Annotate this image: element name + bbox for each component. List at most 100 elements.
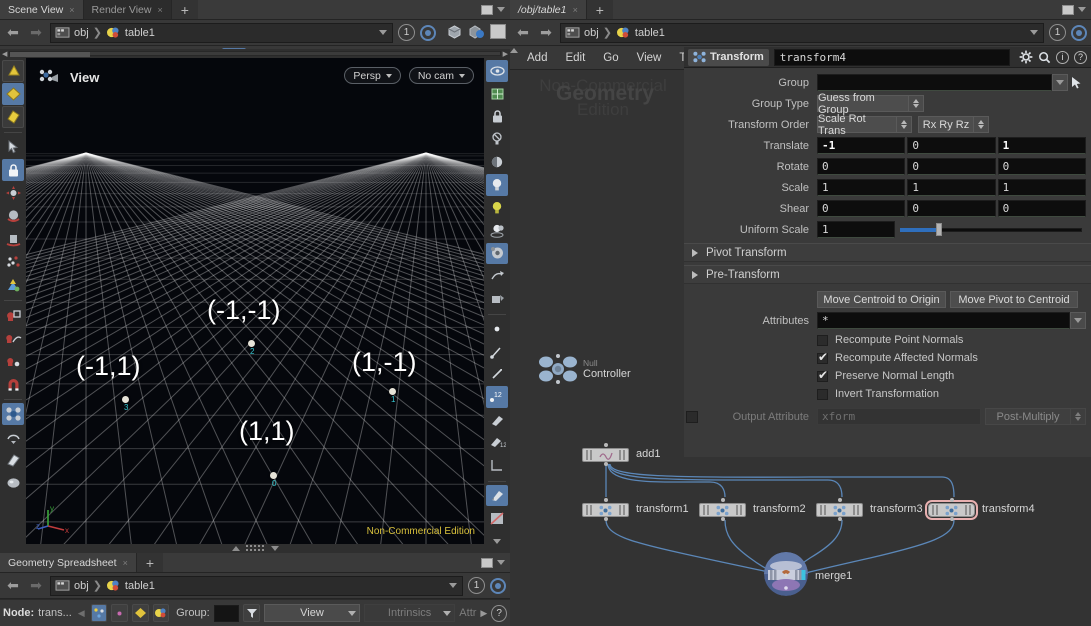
- info-icon[interactable]: i: [1056, 50, 1069, 64]
- primitive-select-icon[interactable]: [2, 83, 24, 105]
- display-geometry-icon[interactable]: [446, 24, 463, 41]
- normals-display-icon[interactable]: [486, 341, 508, 363]
- scroll-up-icon[interactable]: [231, 546, 240, 551]
- node-transform3-output[interactable]: [838, 517, 842, 521]
- move-centroid-button[interactable]: Move Centroid to Origin: [817, 291, 946, 308]
- node-transform1[interactable]: [582, 503, 629, 517]
- node-add1-input[interactable]: [604, 443, 608, 447]
- material-sphere-icon[interactable]: [2, 472, 24, 494]
- collapse-icon[interactable]: ◀: [78, 608, 85, 619]
- snap-curve-icon[interactable]: [2, 327, 24, 349]
- group-input[interactable]: [817, 74, 1052, 91]
- viewport-3d[interactable]: View Persp No cam (1,1) 0 (1,-1) 1 (-1,-…: [26, 58, 484, 544]
- maximize-pane-icon[interactable]: [481, 557, 493, 568]
- magnet-icon[interactable]: [2, 373, 24, 395]
- viewport-point-2[interactable]: [248, 340, 255, 347]
- tab-render-view[interactable]: Render View ×: [83, 0, 172, 19]
- pivot-transform-folder[interactable]: Pivot Transform: [684, 243, 1091, 262]
- view-pivot-icon[interactable]: [2, 403, 24, 425]
- frame-indicator[interactable]: 1: [1049, 24, 1066, 41]
- lock-view-icon[interactable]: [486, 106, 508, 128]
- snap-grid-icon[interactable]: [2, 304, 24, 326]
- path-segment-node[interactable]: table1: [635, 27, 665, 39]
- viewport-top-scrollbar[interactable]: ◀ ▶: [0, 49, 510, 58]
- display-shaded-icon[interactable]: [468, 24, 485, 41]
- node-transform1-input[interactable]: [604, 498, 608, 502]
- transform-order-select-1[interactable]: Scale Rot Trans: [817, 113, 897, 137]
- texture-view-icon[interactable]: [486, 288, 508, 310]
- help-icon[interactable]: ?: [1074, 50, 1087, 64]
- scale-x-input[interactable]: 1: [817, 179, 906, 196]
- detail-mode-icon[interactable]: [152, 604, 170, 622]
- attributes-dropdown-icon[interactable]: [1070, 312, 1086, 329]
- node-transform4[interactable]: [925, 500, 978, 520]
- pin-target-icon[interactable]: [490, 577, 506, 594]
- intrinsics-select[interactable]: Intrinsics: [363, 604, 456, 622]
- point-numbers-icon[interactable]: 12: [486, 386, 508, 409]
- hide-light-icon[interactable]: [486, 128, 508, 150]
- node-transform1-output[interactable]: [604, 517, 608, 521]
- add-tab-button[interactable]: +: [586, 0, 613, 19]
- translate-y-input[interactable]: 0: [907, 137, 996, 154]
- wireframe-icon[interactable]: [486, 83, 508, 105]
- viewport-bottom-scrollbar[interactable]: [26, 544, 484, 553]
- shear-y-input[interactable]: 0: [907, 200, 996, 217]
- scale-z-input[interactable]: 1: [997, 179, 1086, 196]
- headlight-icon[interactable]: [486, 174, 508, 196]
- close-icon[interactable]: ×: [69, 5, 74, 15]
- select-mode-group[interactable]: [2, 60, 24, 82]
- group-pick-icon[interactable]: [1068, 76, 1086, 89]
- pane-menu-icon[interactable]: [1078, 7, 1086, 12]
- view-select[interactable]: View: [264, 604, 360, 622]
- viewport-point-1[interactable]: [389, 388, 396, 395]
- node-transform4-output[interactable]: [950, 517, 954, 521]
- node-add1[interactable]: [582, 448, 629, 462]
- viewport-point-3[interactable]: [122, 396, 129, 403]
- add-light-icon[interactable]: [486, 220, 508, 242]
- measure-icon[interactable]: [486, 455, 508, 477]
- group-display-icon[interactable]: 12: [486, 432, 508, 454]
- camera-dropdown[interactable]: No cam: [408, 67, 474, 84]
- vertices-mode-icon[interactable]: [111, 604, 128, 622]
- path-segment-node[interactable]: table1: [125, 27, 155, 39]
- node-transform4-input[interactable]: [950, 498, 954, 502]
- more-tools-icon[interactable]: [486, 530, 508, 552]
- node-type-badge[interactable]: Transform: [688, 48, 769, 66]
- search-icon[interactable]: [1038, 51, 1051, 64]
- menu-go[interactable]: Go: [594, 46, 627, 70]
- tab-obj-table1[interactable]: /obj/table1 ×: [510, 0, 587, 19]
- persp-dropdown[interactable]: Persp: [344, 67, 401, 84]
- box-handle-icon[interactable]: [2, 228, 24, 250]
- path-dropdown-icon[interactable]: [1027, 24, 1041, 42]
- rotate-y-input[interactable]: 0: [907, 158, 996, 175]
- pin-target-icon[interactable]: [420, 24, 436, 41]
- edge-select-icon[interactable]: [2, 106, 24, 128]
- node-null-controller[interactable]: [538, 352, 578, 386]
- vector-display-icon[interactable]: [486, 364, 508, 386]
- filter-funnel-icon[interactable]: [243, 604, 261, 622]
- back-arrow-icon[interactable]: ⬅: [4, 577, 22, 595]
- transform-order-spinner-2[interactable]: [974, 116, 989, 133]
- axis-handle-icon[interactable]: [2, 274, 24, 296]
- path-dropdown-icon[interactable]: [446, 577, 460, 595]
- translate-z-input[interactable]: 1: [997, 137, 1086, 154]
- transform-order-spinner-1[interactable]: [897, 116, 912, 133]
- scene-light-icon[interactable]: [486, 197, 508, 219]
- node-merge1[interactable]: [764, 552, 808, 596]
- spreadsheet-path-field[interactable]: obj ❯ table1: [50, 575, 463, 596]
- attributes-input[interactable]: *: [817, 312, 1070, 329]
- flag-display-icon[interactable]: [486, 409, 508, 431]
- help-icon[interactable]: ?: [491, 604, 508, 622]
- menu-view[interactable]: View: [628, 46, 671, 70]
- scroll-left-icon[interactable]: ◀: [0, 50, 9, 58]
- display-options-icon[interactable]: [486, 60, 508, 82]
- node-transform3[interactable]: [816, 503, 863, 517]
- shear-z-input[interactable]: 0: [997, 200, 1086, 217]
- pane-menu-icon[interactable]: [497, 560, 505, 565]
- sphere-handle-icon[interactable]: [2, 205, 24, 227]
- add-tab-button[interactable]: +: [136, 553, 164, 572]
- orbit-icon[interactable]: [2, 426, 24, 448]
- points-mode-icon[interactable]: [90, 604, 108, 622]
- add-tab-button[interactable]: +: [171, 0, 198, 19]
- uv-view-icon[interactable]: [486, 265, 508, 287]
